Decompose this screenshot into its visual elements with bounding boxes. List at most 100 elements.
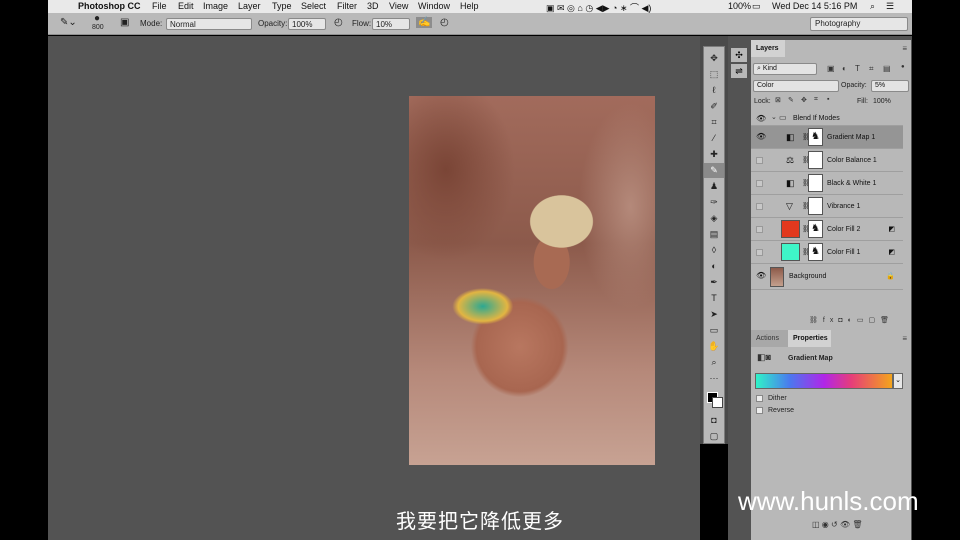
layer-group-row[interactable]: 👁 ⌄ ▭ Blend If Modes (751, 112, 903, 126)
dither-checkbox[interactable] (756, 395, 763, 402)
new-group-icon[interactable]: ▭ (857, 317, 869, 324)
layer-opacity-field[interactable]: 5% (871, 80, 909, 92)
pen-tool-icon[interactable]: ✒ (704, 275, 724, 290)
menu-help[interactable]: Help (460, 1, 479, 11)
notification-center-icon[interactable]: ☰ (886, 1, 894, 12)
zoom-tool-icon[interactable]: ⌕ (704, 355, 724, 370)
lasso-tool-icon[interactable]: ℓ (704, 83, 724, 98)
tab-actions[interactable]: Actions (751, 330, 788, 347)
visibility-eye-icon[interactable]: 👁 (756, 132, 766, 142)
view-previous-state-icon[interactable]: ◉ (822, 520, 829, 529)
visibility-eye-icon[interactable]: 👁 (756, 271, 766, 281)
toggle-visibility-icon[interactable]: 👁 (840, 520, 850, 529)
blending-options-icon[interactable]: ◩ (888, 225, 895, 233)
pressure-size-icon[interactable]: ◴ (440, 17, 449, 28)
filter-toggle-icon[interactable]: ● (901, 64, 905, 70)
healing-brush-tool-icon[interactable]: ✚ (704, 147, 724, 162)
layer-row-color-fill-2[interactable]: ⛓ ♞ Color Fill 2 ◩ (751, 218, 903, 241)
filter-kind-select[interactable]: ⌕ Kind (753, 63, 817, 75)
lock-artboard-icon[interactable]: ⌗ (814, 96, 818, 104)
hand-tool-icon[interactable]: ✋ (704, 339, 724, 354)
spotlight-icon[interactable]: ⌕ (870, 1, 875, 12)
dodge-tool-icon[interactable]: ◐ (704, 259, 724, 274)
flow-field[interactable]: 10% (372, 18, 410, 30)
brush-tool-preset-icon[interactable]: ✎⌄ (60, 17, 77, 28)
fill-value[interactable]: 100% (873, 98, 891, 105)
visibility-eye-icon[interactable]: 👁 (756, 114, 766, 124)
brush-presets-icon[interactable]: ✣ (731, 48, 747, 62)
eraser-tool-icon[interactable]: ◈ (704, 211, 724, 226)
add-mask-icon[interactable]: ◘ (838, 317, 847, 324)
filter-adjustment-icon[interactable]: ◐ (842, 64, 847, 73)
filter-pixel-icon[interactable]: ▣ (827, 64, 835, 73)
chevron-down-icon[interactable]: ⌄ (771, 113, 777, 121)
more-tools-icon[interactable]: ··· (704, 371, 724, 386)
adjustments-icon[interactable]: ⇌ (731, 64, 747, 78)
mode-select[interactable]: Normal (166, 18, 252, 30)
rectangle-tool-icon[interactable]: ▭ (704, 323, 724, 338)
battery-icon[interactable]: ▭ (752, 1, 761, 12)
layer-row-black-white[interactable]: ◧ ⛓ Black & White 1 (751, 172, 903, 195)
brush-tool-icon[interactable]: ✎ (704, 163, 724, 178)
delete-adjustment-icon[interactable]: 🗑 (852, 520, 862, 529)
layer-mask-thumbnail[interactable] (808, 174, 823, 192)
reverse-checkbox[interactable] (756, 407, 763, 414)
blending-options-icon[interactable]: ◩ (888, 248, 895, 256)
document-image[interactable] (409, 96, 655, 465)
visibility-toggle[interactable] (756, 249, 763, 256)
blend-mode-select[interactable]: Color (753, 80, 839, 92)
lock-transparent-icon[interactable]: ⊠ (775, 96, 781, 104)
eyedropper-tool-icon[interactable]: ⁄ (704, 131, 724, 146)
menu-image[interactable]: Image (203, 1, 228, 11)
clone-stamp-tool-icon[interactable]: ♟ (704, 179, 724, 194)
new-layer-icon[interactable]: ▢ (868, 317, 880, 324)
lock-position-icon[interactable]: ✥ (801, 96, 807, 104)
history-brush-tool-icon[interactable]: ✑ (704, 195, 724, 210)
type-tool-icon[interactable]: T (704, 291, 724, 306)
path-selection-tool-icon[interactable]: ➤ (704, 307, 724, 322)
background-color-swatch[interactable] (712, 397, 723, 408)
color-fill-thumbnail[interactable] (781, 243, 800, 261)
lock-image-icon[interactable]: ✎ (788, 96, 794, 104)
gradient-tool-icon[interactable]: ▤ (704, 227, 724, 242)
blur-tool-icon[interactable]: ◊ (704, 243, 724, 258)
lock-all-icon[interactable]: ▪ (827, 96, 829, 103)
visibility-toggle[interactable] (756, 203, 763, 210)
clip-to-layer-icon[interactable]: ◫ (812, 520, 820, 529)
filter-type-icon[interactable]: T (855, 64, 860, 73)
menu-window[interactable]: Window (418, 1, 450, 11)
fx-icon[interactable]: fx (823, 317, 838, 324)
gradient-editor-bar[interactable] (755, 373, 893, 389)
opacity-field[interactable]: 100% (288, 18, 326, 30)
layer-row-vibrance[interactable]: ▽ ⛓ Vibrance 1 (751, 195, 903, 218)
link-layers-icon[interactable]: ⛓ (809, 317, 823, 324)
airbrush-icon[interactable]: ✍ (416, 17, 433, 28)
app-name-menu[interactable]: Photoshop CC (78, 1, 141, 11)
gradient-picker-chevron-icon[interactable]: ⌄ (893, 373, 903, 389)
reset-icon[interactable]: ↺ (831, 520, 838, 529)
quick-mask-icon[interactable]: ◘ (704, 413, 724, 428)
layer-row-gradient-map[interactable]: 👁 ◧ ⛓ ♞ Gradient Map 1 (751, 126, 903, 149)
menu-view[interactable]: View (389, 1, 408, 11)
menu-edit[interactable]: Edit (178, 1, 194, 11)
panel-menu-icon[interactable]: ≡ (902, 334, 907, 343)
delete-layer-icon[interactable]: 🗑 (880, 317, 894, 324)
filter-smart-object-icon[interactable]: ▤ (883, 64, 891, 73)
menu-layer[interactable]: Layer (238, 1, 261, 11)
visibility-toggle[interactable] (756, 157, 763, 164)
pressure-opacity-icon[interactable]: ◴ (334, 17, 343, 28)
menu-select[interactable]: Select (301, 1, 326, 11)
brush-panel-icon[interactable]: ▣ (120, 17, 129, 28)
quick-select-tool-icon[interactable]: ✐ (704, 99, 724, 114)
layer-row-color-balance[interactable]: ⚖ ⛓ Color Balance 1 (751, 149, 903, 172)
move-tool-icon[interactable]: ✥ (704, 51, 724, 66)
background-thumbnail[interactable] (770, 267, 784, 287)
tab-layers[interactable]: Layers (751, 40, 785, 57)
brush-preset-icon[interactable]: ● (94, 13, 100, 24)
crop-tool-icon[interactable]: ⌗ (704, 115, 724, 130)
tab-properties[interactable]: Properties (788, 330, 831, 347)
workspace-select[interactable]: Photography (810, 17, 908, 31)
new-adjustment-icon[interactable]: ◐ (848, 317, 857, 324)
filter-shape-icon[interactable]: ⌗ (869, 64, 874, 74)
layer-mask-thumbnail[interactable] (808, 197, 823, 215)
